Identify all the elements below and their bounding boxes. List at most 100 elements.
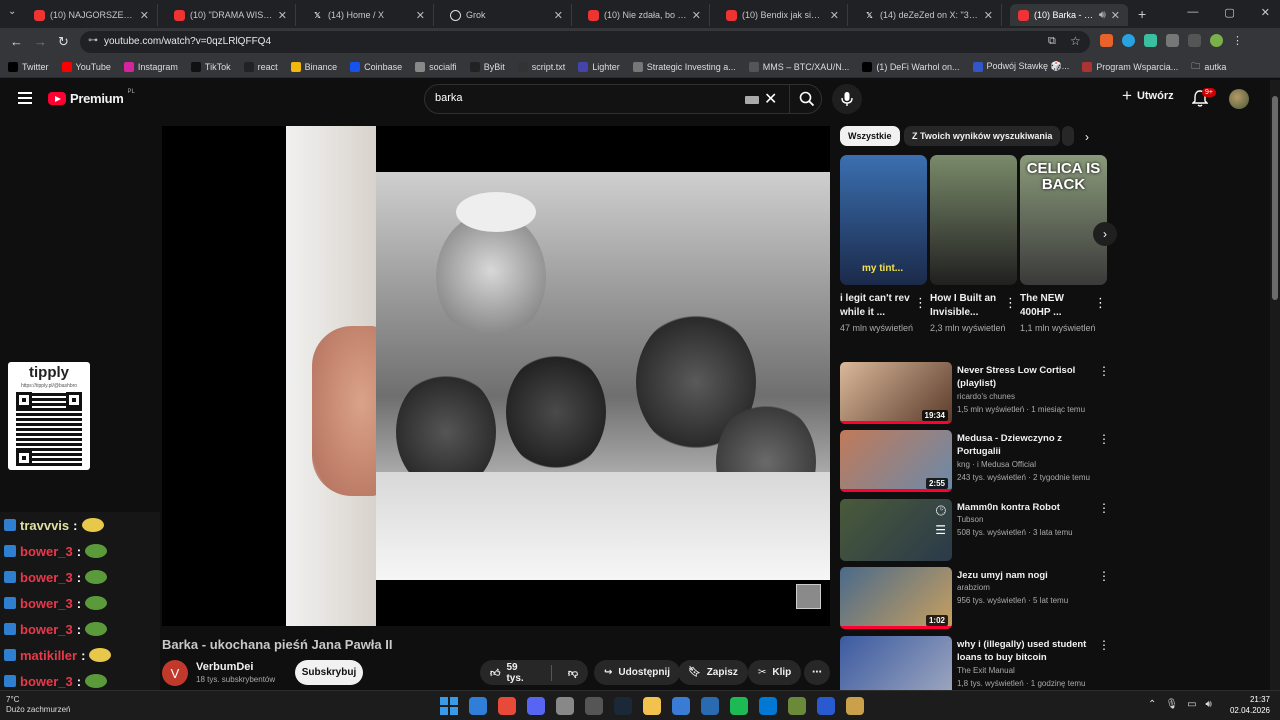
browser-tab[interactable]: 𝕏 (14) deZeZed on X: "34-latek ✕ <box>856 4 1002 26</box>
bookmark-item[interactable]: react <box>243 61 278 72</box>
more-vertical-icon[interactable]: ⋮ <box>1098 569 1110 583</box>
bookmark-item[interactable]: script.txt <box>517 61 565 72</box>
voice-search-button[interactable] <box>832 84 862 114</box>
browser-menu-icon[interactable]: ⋮ <box>1232 34 1243 47</box>
chip-partial[interactable] <box>1062 126 1074 146</box>
taskbar-app-icon[interactable] <box>498 697 516 715</box>
more-vertical-icon[interactable]: ⋮ <box>1094 295 1107 311</box>
minimize-icon[interactable]: — <box>1187 6 1198 19</box>
short-card[interactable]: CELICA IS BACK The NEW 400HP ... 1,1 mln w… <box>1020 155 1107 335</box>
microphone-tray-icon[interactable]: 🎙︎ <box>1165 699 1178 710</box>
extension-icon[interactable] <box>1144 34 1157 47</box>
tab-close-icon[interactable]: ✕ <box>554 9 563 22</box>
bookmark-item[interactable]: Lighter <box>578 61 620 72</box>
back-icon[interactable]: ← <box>10 34 23 49</box>
shorts-next-button[interactable]: › <box>1093 222 1117 246</box>
tab-close-icon[interactable]: ✕ <box>278 9 287 22</box>
extensions-puzzle-icon[interactable] <box>1166 34 1179 47</box>
bookmark-item[interactable]: TikTok <box>190 61 231 72</box>
bookmark-item[interactable]: socialfi <box>415 61 457 72</box>
bookmark-item[interactable]: Coinbase <box>350 61 402 72</box>
youtube-logo[interactable]: Premium PL <box>48 89 135 106</box>
keyboard-icon[interactable] <box>745 96 759 104</box>
browser-tab[interactable]: (10) Nie zdała, bo nie jechał ✕ <box>580 4 710 26</box>
site-info-icon[interactable]: ⊶ <box>88 35 98 46</box>
bookmark-star-icon[interactable]: ☆ <box>1070 34 1081 48</box>
new-tab-button[interactable]: + <box>1138 6 1146 22</box>
clear-search-icon[interactable]: ✕ <box>764 89 777 109</box>
more-vertical-icon[interactable]: ⋮ <box>1098 364 1110 378</box>
more-vertical-icon[interactable]: ⋮ <box>1098 501 1110 515</box>
recommended-video[interactable]: 🕑︎ ☰ Mamm0n kontra Robot Tubson 508 tys. wyś… <box>840 499 1110 561</box>
tab-close-icon[interactable]: ✕ <box>984 9 993 22</box>
chevron-right-icon[interactable]: › <box>1085 130 1089 144</box>
tab-search-icon[interactable]: ⌄ <box>8 6 16 17</box>
taskbar-app-icon[interactable] <box>672 697 690 715</box>
windows-start-icon[interactable] <box>440 697 458 715</box>
reload-icon[interactable]: ↻ <box>58 34 69 50</box>
extension-icon[interactable] <box>1100 34 1113 47</box>
short-card[interactable]: my tint... i legit can't rev while it ...… <box>840 155 927 335</box>
taskbar-app-icon[interactable] <box>614 697 632 715</box>
taskbar-app-icon[interactable] <box>788 697 806 715</box>
bookmark-item[interactable]: Podwój Stawkę 🎲... <box>972 61 1069 72</box>
close-window-icon[interactable]: ✕ <box>1261 6 1270 19</box>
browser-tab[interactable]: 𝕏 (14) Home / X ✕ <box>304 4 434 26</box>
video-player[interactable] <box>162 126 830 626</box>
browser-tab[interactable]: Grok ✕ <box>442 4 572 26</box>
browser-tab[interactable]: (10) Bendix jak się zachowuje ✕ <box>718 4 848 26</box>
tab-close-icon[interactable]: ✕ <box>692 9 701 22</box>
taskbar-app-icon[interactable] <box>846 697 864 715</box>
bookmark-item[interactable]: Binance <box>290 61 337 72</box>
watch-later-icon[interactable]: 🕑︎ <box>936 503 946 519</box>
dislike-button[interactable]: 👎︎ <box>558 660 588 685</box>
maximize-icon[interactable]: ▢ <box>1224 6 1234 19</box>
create-button[interactable]: + Utwórz <box>1122 87 1174 104</box>
add-to-queue-icon[interactable]: ☰ <box>935 523 946 537</box>
more-vertical-icon[interactable]: ⋮ <box>914 295 927 311</box>
recommended-video[interactable]: why i (illegally) used student loans to … <box>840 636 1110 698</box>
chip-from-search[interactable]: Z Twoich wyników wyszukiwania <box>904 126 1061 146</box>
bookmark-item[interactable]: Program Wsparcia... <box>1082 61 1178 72</box>
search-button[interactable] <box>789 85 823 113</box>
tab-close-icon[interactable]: ✕ <box>1111 9 1120 22</box>
media-control-icon[interactable] <box>1188 34 1201 47</box>
taskbar-app-icon[interactable] <box>701 697 719 715</box>
menu-icon[interactable] <box>18 92 32 107</box>
tab-close-icon[interactable]: ✕ <box>140 9 149 22</box>
channel-watermark[interactable] <box>796 584 821 609</box>
recommended-video[interactable]: 2:55 Medusa - Dziewczyno z Portugalii kng … <box>840 430 1110 492</box>
short-card[interactable]: How I Built an Invisible... 2,3 mln wyświ… <box>930 155 1017 335</box>
forward-icon[interactable]: → <box>34 34 47 49</box>
bookmark-item[interactable]: Strategic Investing a... <box>632 61 736 72</box>
tab-close-icon[interactable]: ✕ <box>416 9 425 22</box>
channel-avatar[interactable]: V <box>162 660 188 686</box>
browser-tab[interactable]: (10) Barka - ukochana 🔊︎ ✕ <box>1010 4 1128 26</box>
taskbar-app-icon[interactable] <box>817 697 835 715</box>
browser-tab[interactable]: (10) "DRAMA WISI W POW ✕ <box>166 4 296 26</box>
save-button[interactable]: 🔖︎ Zapisz <box>678 660 748 685</box>
tray-overflow-icon[interactable]: ⌃ <box>1148 699 1156 710</box>
install-app-icon[interactable]: ⧉ <box>1048 35 1056 48</box>
clip-button[interactable]: ✂ Klip <box>748 660 802 685</box>
recommended-video[interactable]: 1:02 Jezu umyj nam nogi arabziom 956 tys. w… <box>840 567 1110 629</box>
recommended-video[interactable]: 19:34 Never Stress Low Cortisol (playlist… <box>840 362 1110 424</box>
taskbar-app-icon[interactable] <box>643 697 661 715</box>
volume-icon[interactable]: 🔊︎ <box>1206 699 1212 710</box>
system-clock[interactable]: 21:37 02.04.2026 <box>1228 694 1270 716</box>
scrollbar-thumb[interactable] <box>1272 96 1278 300</box>
taskbar-app-icon[interactable] <box>469 697 487 715</box>
bookmark-folder[interactable]: 🗀 autka <box>1191 59 1226 75</box>
taskbar-app-icon[interactable] <box>527 697 545 715</box>
weather-widget[interactable]: 7°C Dużo zachmurzeń <box>6 695 70 715</box>
profile-icon[interactable] <box>1210 34 1223 47</box>
display-icon[interactable]: ▭ <box>1187 699 1196 710</box>
more-vertical-icon[interactable]: ⋮ <box>1098 432 1110 446</box>
bookmark-item[interactable]: MMS – BTC/XAU/N... <box>748 61 849 72</box>
more-actions-button[interactable]: ⋯ <box>804 660 830 685</box>
url-field[interactable]: ⊶ youtube.com/watch?v=0qzLRlQFFQ4 ⧉ ☆ <box>80 31 1090 53</box>
bookmark-item[interactable]: Instagram <box>123 61 178 72</box>
extension-icon[interactable] <box>1122 34 1135 47</box>
search-input[interactable] <box>435 92 735 104</box>
bookmark-item[interactable]: (1) DeFi Warhol on... <box>862 61 960 72</box>
